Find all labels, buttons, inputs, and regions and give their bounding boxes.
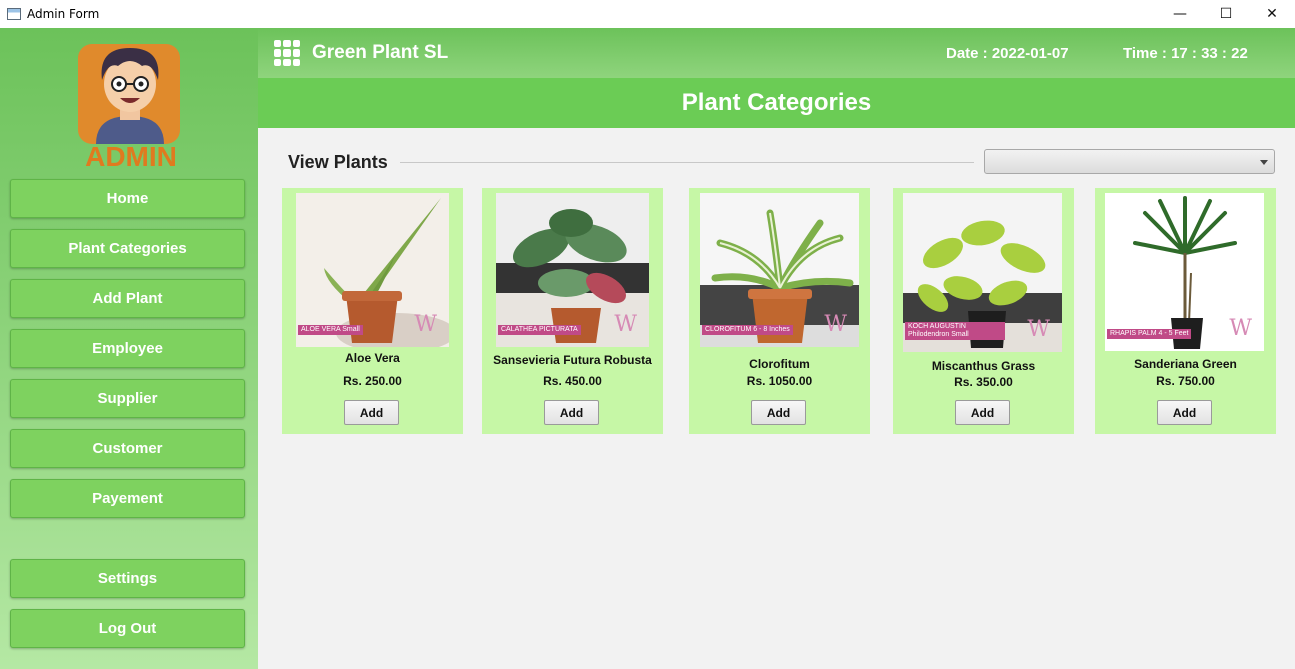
window-controls: — ☐ ✕ — [1157, 0, 1295, 28]
plant-price: Rs. 250.00 — [343, 374, 402, 388]
plant-image: RHAPIS PALM 4 - 5 Feet W — [1105, 193, 1264, 351]
watermark-logo: W — [414, 312, 437, 337]
watermark-logo: W — [824, 312, 847, 337]
maximize-button[interactable]: ☐ — [1203, 0, 1249, 28]
date-display: Date : 2022-01-07 — [946, 45, 1069, 62]
watermark-logo: W — [1027, 317, 1050, 342]
plant-tag: ALOE VERA Small — [298, 325, 363, 335]
sidebar-item-payement[interactable]: Payement — [10, 479, 245, 518]
sidebar: ADMIN Home Plant Categories Add Plant Em… — [0, 28, 258, 669]
plant-card: CLOROFITUM 6 - 8 Inches W Clorofitum Rs.… — [689, 188, 870, 434]
plant-image: KOCH AUGUSTIN Philodendron Small W — [903, 193, 1062, 352]
sidebar-item-supplier[interactable]: Supplier — [10, 379, 245, 418]
plant-tag: CALATHEA PICTURATA — [498, 325, 581, 335]
section-divider — [400, 162, 974, 163]
plant-card: CALATHEA PICTURATA W Sansevieria Futura … — [482, 188, 663, 434]
plant-name: Miscanthus Grass — [931, 359, 1036, 373]
plant-image: CLOROFITUM 6 - 8 Inches W — [700, 193, 859, 347]
add-plant-button[interactable]: Add — [955, 400, 1010, 425]
minimize-button[interactable]: — — [1157, 0, 1203, 28]
sidebar-item-plant-categories[interactable]: Plant Categories — [10, 229, 245, 268]
page-title: Plant Categories — [258, 78, 1295, 128]
window-titlebar: Admin Form — ☐ ✕ — [0, 0, 1295, 28]
plant-image: ALOE VERA Small W — [296, 193, 449, 347]
plant-price: Rs. 350.00 — [954, 375, 1013, 389]
chevron-down-icon — [1260, 160, 1268, 165]
category-filter-select[interactable] — [984, 149, 1275, 174]
plant-card: KOCH AUGUSTIN Philodendron Small W Misca… — [893, 188, 1074, 434]
app-grid-icon[interactable] — [274, 40, 300, 66]
sidebar-item-home[interactable]: Home — [10, 179, 245, 218]
time-display: Time : 17 : 33 : 22 — [1123, 45, 1248, 62]
sidebar-item-add-plant[interactable]: Add Plant — [10, 279, 245, 318]
app-header: Green Plant SL Date : 2022-01-07 Time : … — [258, 28, 1295, 78]
close-button[interactable]: ✕ — [1249, 0, 1295, 28]
sidebar-item-customer[interactable]: Customer — [10, 429, 245, 468]
watermark-logo: W — [1229, 316, 1252, 341]
sidebar-item-log-out[interactable]: Log Out — [10, 609, 245, 648]
sidebar-item-employee[interactable]: Employee — [10, 329, 245, 368]
app-window-icon — [7, 8, 21, 20]
add-plant-button[interactable]: Add — [1157, 400, 1212, 425]
plant-name: Aloe Vera — [345, 351, 400, 365]
plant-tag: RHAPIS PALM 4 - 5 Feet — [1107, 329, 1192, 339]
plant-name: Clorofitum — [749, 357, 810, 371]
plant-image: CALATHEA PICTURATA W — [496, 193, 649, 347]
add-plant-button[interactable]: Add — [544, 400, 599, 425]
plant-name: Sansevieria Futura Robusta — [493, 353, 652, 367]
window-title: Admin Form — [27, 7, 100, 21]
section-title: View Plants — [288, 152, 388, 172]
plant-card: ALOE VERA Small W Aloe Vera Rs. 250.00 A… — [282, 188, 463, 434]
plant-tag: KOCH AUGUSTIN Philodendron Small — [905, 322, 1005, 340]
plant-name: Sanderiana Green — [1134, 357, 1237, 371]
sidebar-item-settings[interactable]: Settings — [10, 559, 245, 598]
watermark-logo: W — [614, 312, 637, 337]
add-plant-button[interactable]: Add — [344, 400, 399, 425]
plant-price: Rs. 750.00 — [1156, 374, 1215, 388]
brand-name: Green Plant SL — [312, 42, 449, 63]
plant-card: RHAPIS PALM 4 - 5 Feet W Sanderiana Gree… — [1095, 188, 1276, 434]
plant-tag: CLOROFITUM 6 - 8 Inches — [702, 325, 793, 335]
admin-avatar: ADMIN — [78, 44, 180, 168]
plant-price: Rs. 1050.00 — [746, 374, 813, 388]
plant-price: Rs. 450.00 — [543, 374, 602, 388]
add-plant-button[interactable]: Add — [751, 400, 806, 425]
svg-text:ADMIN: ADMIN — [85, 141, 177, 168]
